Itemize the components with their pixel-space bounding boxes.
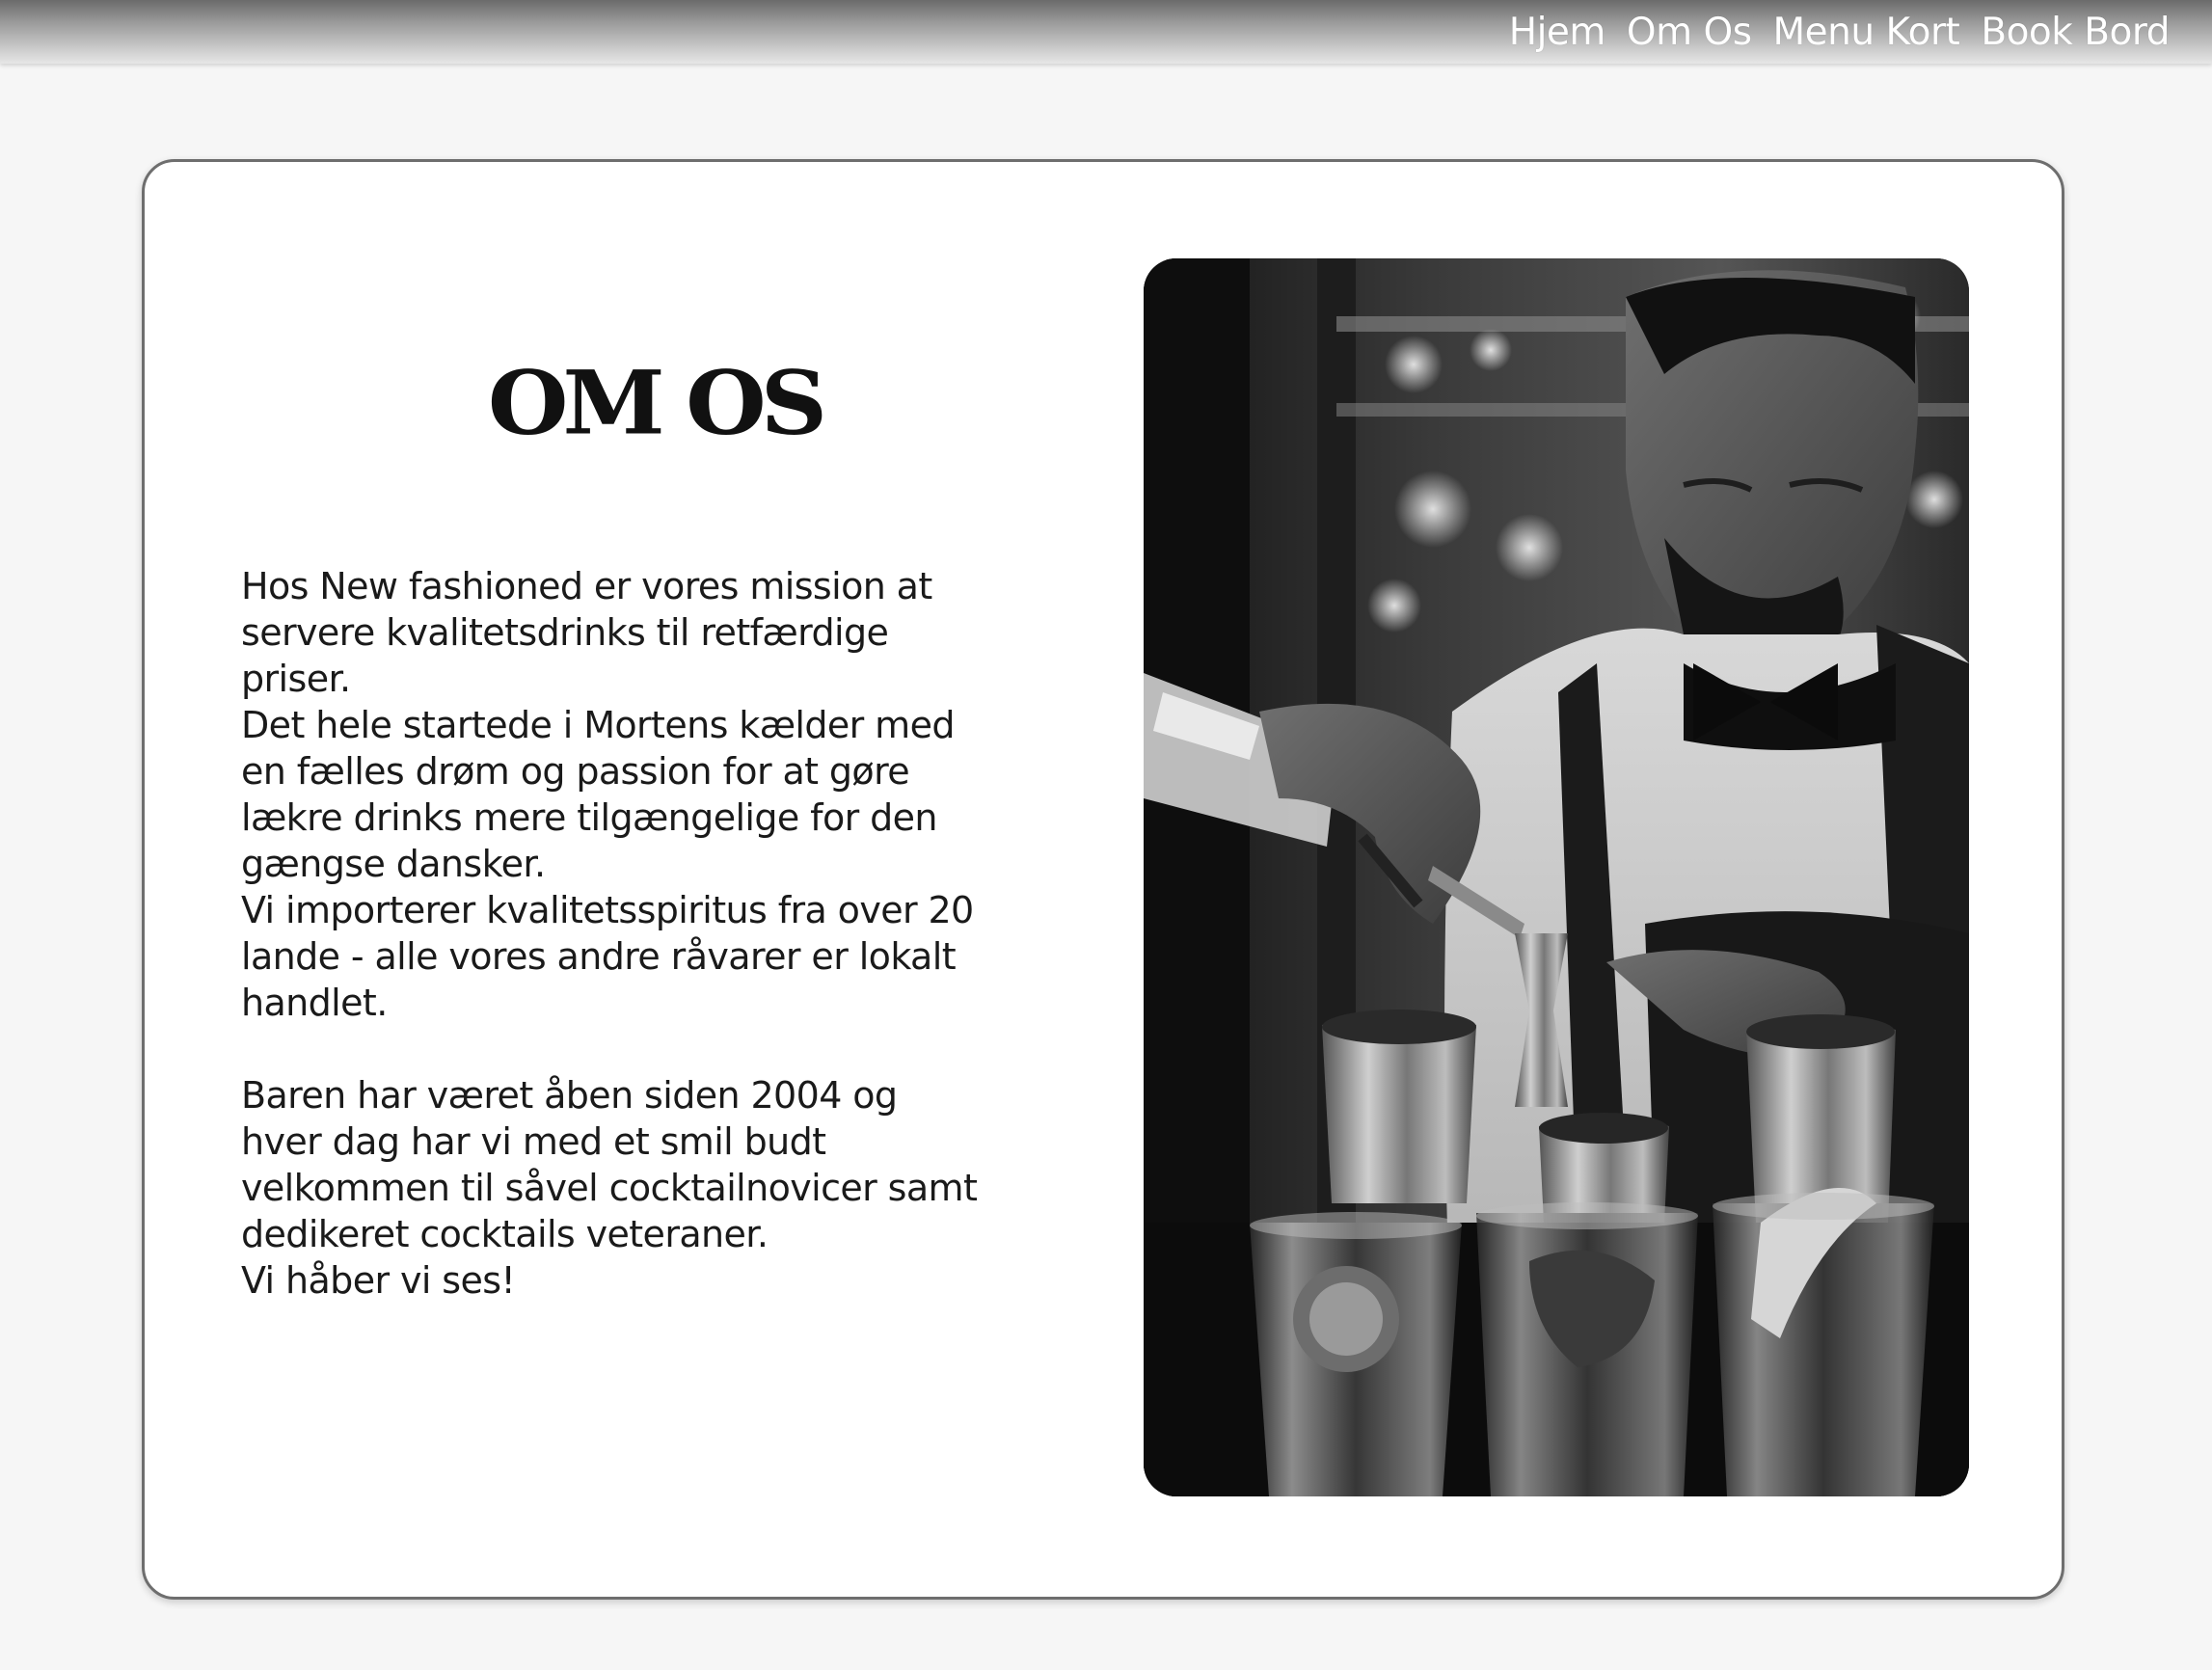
bartender-photo	[1144, 258, 1969, 1496]
about-line: Det hele startede i Mortens kælder med	[241, 704, 956, 746]
about-text: Hos New fashioned er vores mission at se…	[241, 563, 1003, 1304]
main-nav: Hjem Om Os Menu Kort Book Bord	[1509, 6, 2171, 58]
top-navigation-bar: Hjem Om Os Menu Kort Book Bord	[0, 0, 2212, 64]
about-line: handlet.	[241, 982, 388, 1024]
page-title: OM OS	[487, 350, 827, 455]
about-line: dedikeret cocktails veteraner.	[241, 1213, 769, 1255]
about-line: velkommen til såvel cocktailnovicer samt	[241, 1167, 978, 1209]
about-line: Vi importerer kvalitetsspiritus fra over…	[241, 889, 974, 931]
nav-link-menu-kort[interactable]: Menu Kort	[1773, 11, 1960, 54]
about-line: Vi håber vi ses!	[241, 1259, 516, 1302]
about-line: lande - alle vores andre råvarer er loka…	[241, 935, 957, 978]
about-line: Hos New fashioned er vores mission at	[241, 565, 932, 607]
about-line: hver dag har vi med et smil budt	[241, 1120, 826, 1163]
about-line: Baren har været åben siden 2004 og	[241, 1074, 898, 1117]
about-line: gængse dansker.	[241, 843, 546, 885]
nav-link-book-bord[interactable]: Book Bord	[1981, 11, 2170, 54]
nav-link-hjem[interactable]: Hjem	[1509, 11, 1606, 54]
nav-link-om-os[interactable]: Om Os	[1627, 11, 1752, 54]
bartender-illustration	[1144, 258, 1969, 1496]
about-line: lækre drinks mere tilgængelige for den	[241, 796, 937, 839]
about-line: priser.	[241, 658, 351, 700]
about-line: servere kvalitetsdrinks til retfærdige	[241, 611, 889, 654]
about-line: en fælles drøm og passion for at gøre	[241, 750, 910, 793]
